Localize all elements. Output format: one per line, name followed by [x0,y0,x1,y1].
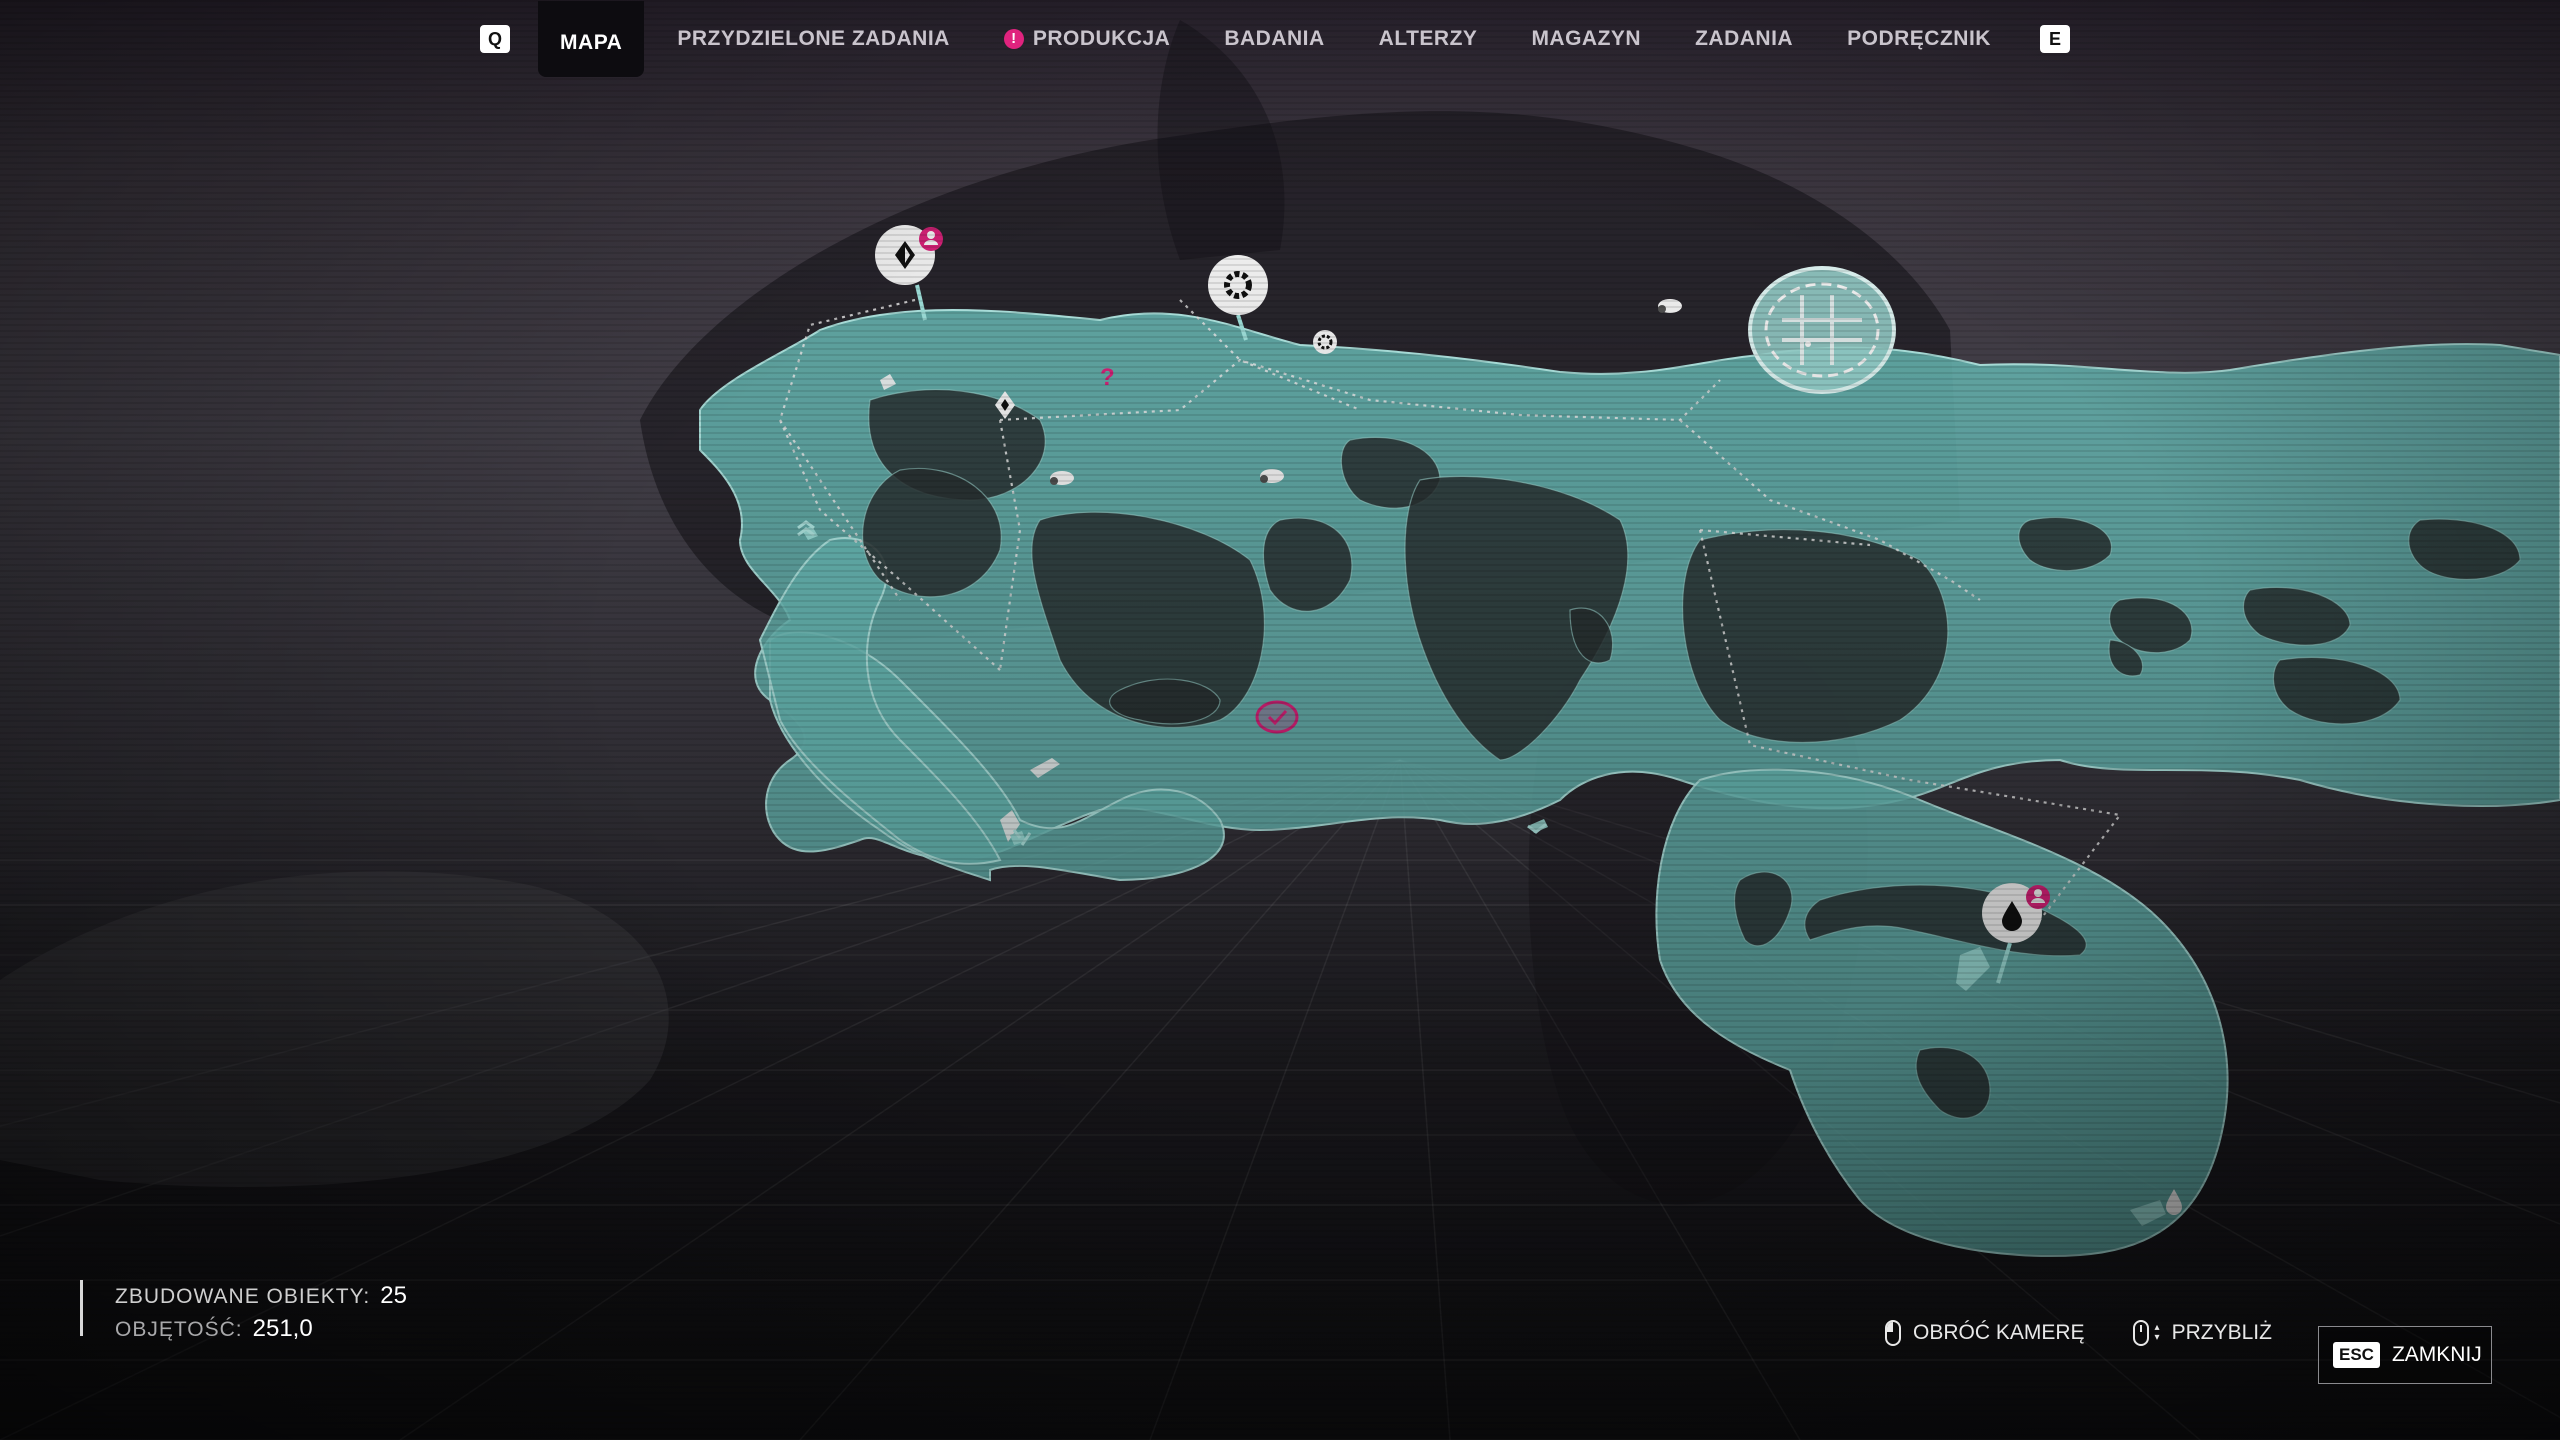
built-objects-label: ZBUDOWANE OBIEKTY: [115,1285,371,1308]
close-label: ZAMKNIJ [2391,1343,2482,1366]
tab-label: MAPA [560,31,623,54]
built-objects-row: ZBUDOWANE OBIEKTY: 25 [115,1280,407,1313]
tab-label: PODRĘCZNIK [1847,27,1991,50]
tab-alters[interactable]: ALTERZY [1352,1,1505,77]
next-tab-key[interactable]: E [2039,25,2070,53]
zoom-label: PRZYBLIŻ [2171,1321,2272,1344]
tab-handbook[interactable]: PODRĘCZNIK [1820,1,2018,77]
tab-label: BADANIA [1224,27,1325,50]
scroll-arrows-icon: ▴ ▾ [2154,1322,2160,1343]
rotate-camera-hint: OBRÓĆ KAMERĘ [1885,1320,2085,1346]
tab-tasks[interactable]: ZADANIA [1668,1,1820,77]
volume-label: OBJĘTOŚĆ: [115,1318,243,1341]
alert-icon: ! [1003,29,1024,49]
rotate-camera-label: OBRÓĆ KAMERĘ [1913,1321,2085,1344]
base-stats: ZBUDOWANE OBIEKTY: 25 OBJĘTOŚĆ: 251,0 [80,1280,407,1342]
prev-tab-key[interactable]: Q [480,25,511,53]
tab-label: PRODUKCJA [1032,27,1171,50]
tab-bar: Q MAPA PRZYDZIELONE ZADANIA ! PRODUKCJA B… [480,1,2070,77]
tab-label: MAGAZYN [1531,27,1642,50]
control-hints: OBRÓĆ KAMERĘ ▴ ▾ PRZYBLIŻ [1885,1320,2272,1346]
mouse-left-icon [1885,1320,1901,1346]
zoom-hint: ▴ ▾ PRZYBLIŻ [2132,1320,2272,1346]
mouse-wheel-icon [2132,1320,2149,1346]
tab-production[interactable]: ! PRODUKCJA [977,1,1198,77]
tab-label: ALTERZY [1378,27,1478,50]
volume-row: OBJĘTOŚĆ: 251,0 [115,1313,407,1346]
tab-label: ZADANIA [1695,27,1794,50]
tab-assigned-tasks[interactable]: PRZYDZIELONE ZADANIA [650,1,977,77]
tab-storage[interactable]: MAGAZYN [1504,1,1668,77]
tab-research[interactable]: BADANIA [1197,1,1351,77]
tab-label: PRZYDZIELONE ZADANIA [677,27,950,50]
esc-key-icon: ESC [2333,1342,2380,1368]
volume-value: 251,0 [252,1315,313,1342]
close-button[interactable]: ESC ZAMKNIJ [2318,1326,2492,1384]
tab-map[interactable]: MAPA [538,1,645,77]
map-view[interactable]: ? [0,0,2560,1440]
top-navigation: Q MAPA PRZYDZIELONE ZADANIA ! PRODUKCJA B… [0,0,2560,78]
built-objects-value: 25 [380,1282,407,1309]
game-screen: ? Q MAPA PRZYDZIELONE ZADANIA ! PRODUKCJA… [0,0,2560,1440]
